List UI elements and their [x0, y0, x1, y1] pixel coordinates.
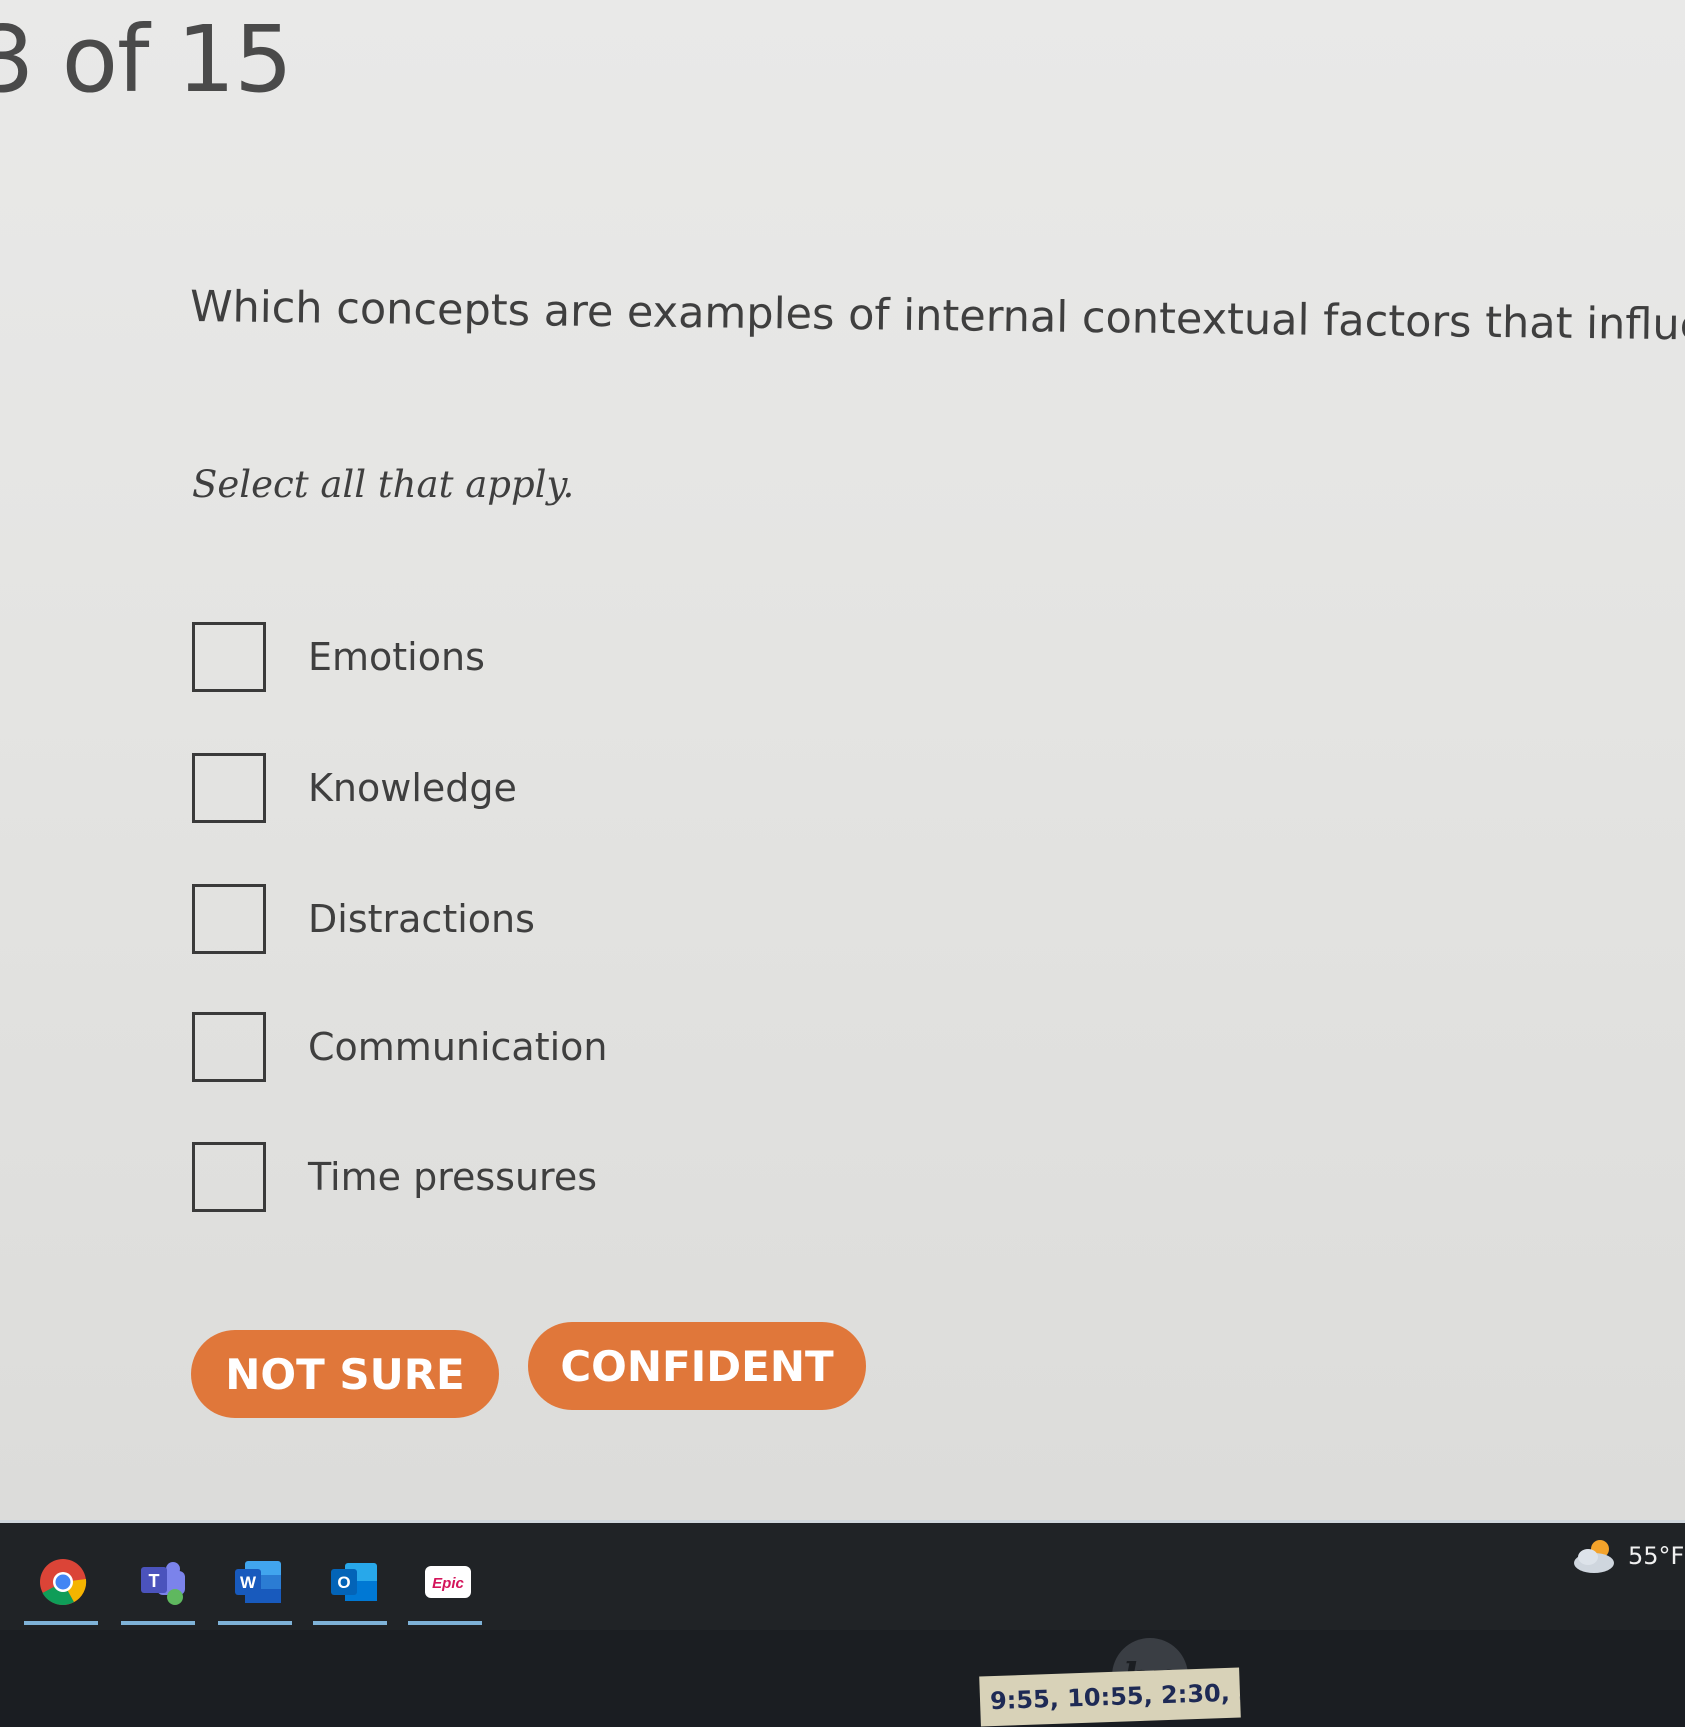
outlook-icon[interactable]: O	[328, 1557, 380, 1607]
not-sure-button[interactable]: NOT SURE	[191, 1330, 499, 1418]
option-knowledge[interactable]: Knowledge	[192, 749, 892, 827]
confident-button[interactable]: CONFIDENT	[528, 1322, 866, 1410]
option-label: Communication	[308, 1025, 608, 1069]
question-text: Which concepts are examples of internal …	[189, 282, 1685, 353]
question-progress: 3 of 15	[0, 6, 293, 113]
taskbar-active-indicator	[24, 1621, 98, 1625]
chrome-icon[interactable]	[37, 1557, 89, 1607]
sticky-note: 9:55, 10:55, 2:30, 3:55.	[979, 1667, 1241, 1727]
taskbar-active-indicator	[408, 1621, 482, 1625]
taskbar-active-indicator	[218, 1621, 292, 1625]
taskbar-active-indicator	[121, 1621, 195, 1625]
checkbox[interactable]	[192, 753, 266, 823]
svg-text:Epic: Epic	[432, 1575, 464, 1592]
option-label: Distractions	[308, 897, 535, 941]
option-emotions[interactable]: Emotions	[192, 618, 892, 696]
checkbox[interactable]	[192, 1142, 266, 1212]
option-communication[interactable]: Communication	[192, 1008, 892, 1086]
weather-temperature: 55°F	[1628, 1542, 1685, 1570]
monitor-bezel	[0, 1630, 1685, 1710]
option-label: Knowledge	[308, 766, 517, 810]
checkbox[interactable]	[192, 622, 266, 692]
browser-viewport: 3 of 15 Which concepts are examples of i…	[0, 0, 1685, 1520]
svg-text:T: T	[149, 1571, 160, 1591]
taskbar: T W O Epic 55°F	[0, 1520, 1685, 1633]
option-label: Emotions	[308, 635, 485, 679]
epic-icon[interactable]: Epic	[422, 1557, 474, 1607]
checkbox[interactable]	[192, 884, 266, 954]
svg-text:O: O	[337, 1573, 350, 1592]
checkbox[interactable]	[192, 1012, 266, 1082]
teams-icon[interactable]: T	[136, 1557, 188, 1607]
instruction-text: Select all that apply.	[192, 463, 575, 506]
weather-widget[interactable]: 55°F	[1572, 1537, 1684, 1575]
taskbar-active-indicator	[313, 1621, 387, 1625]
option-time-pressures[interactable]: Time pressures	[192, 1138, 892, 1216]
cloud-sun-icon	[1574, 1540, 1614, 1573]
option-distractions[interactable]: Distractions	[192, 880, 892, 958]
word-icon[interactable]: W	[232, 1557, 284, 1607]
option-label: Time pressures	[308, 1155, 598, 1199]
svg-text:W: W	[240, 1573, 257, 1592]
